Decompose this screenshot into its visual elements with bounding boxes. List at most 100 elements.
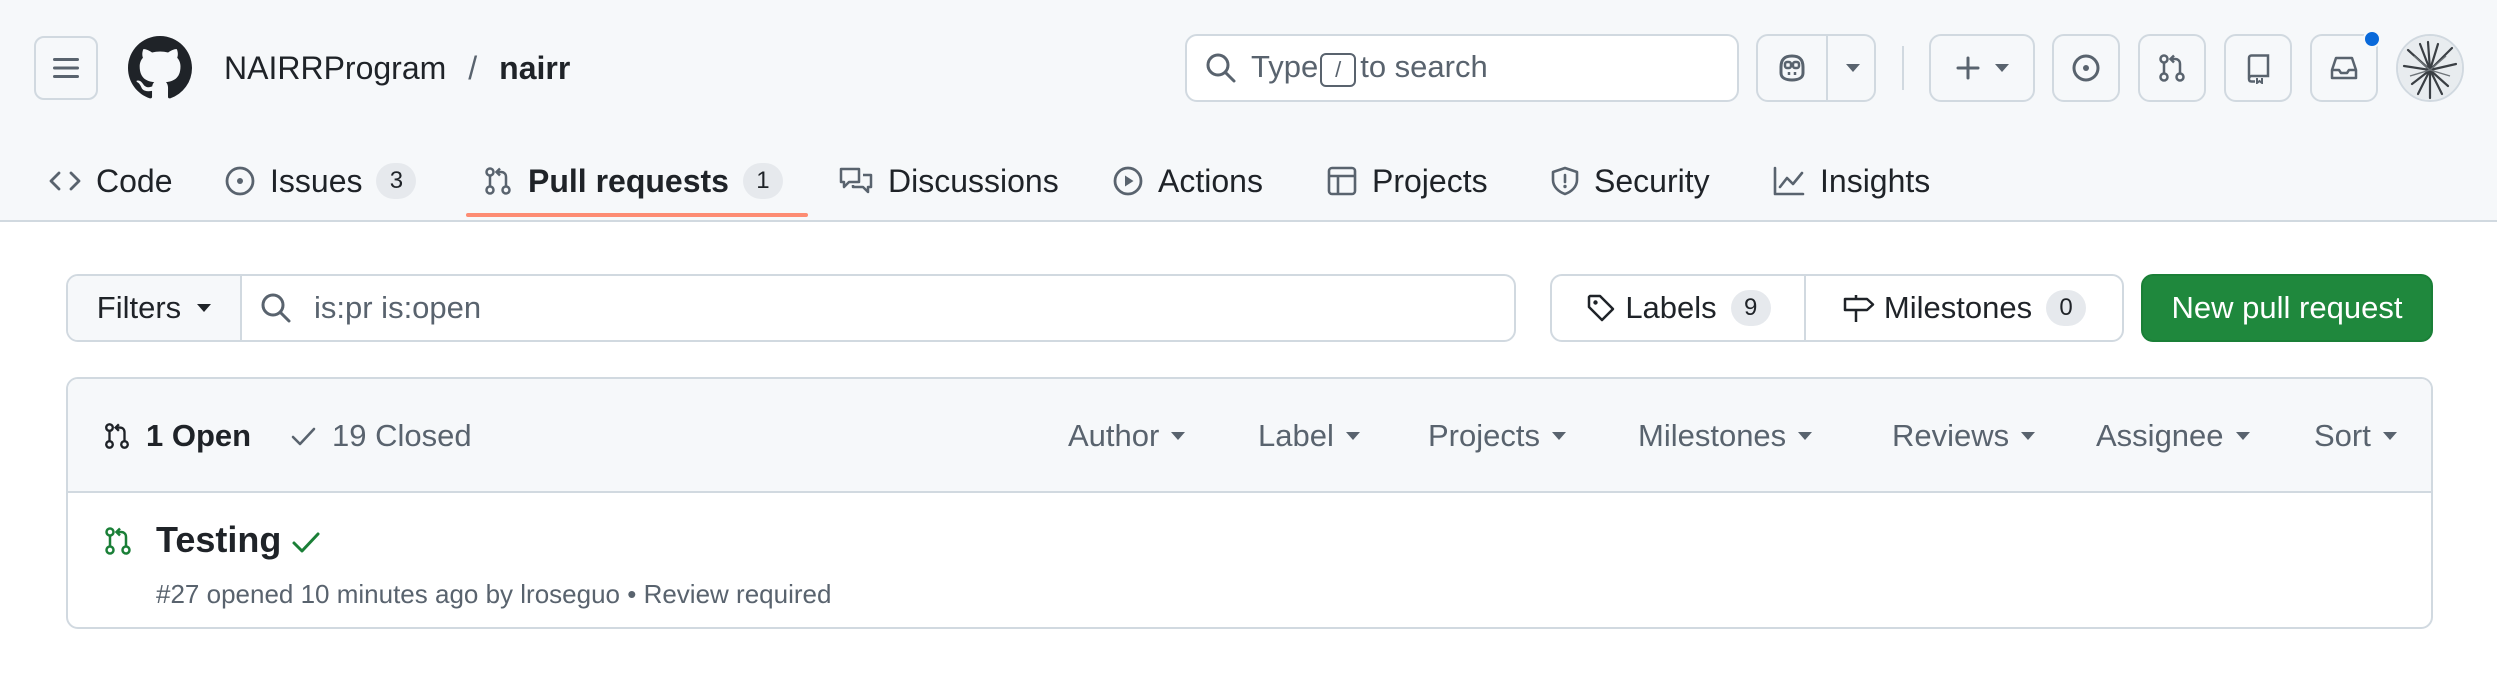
- search-icon: [261, 293, 291, 323]
- pr-meta: #27 opened 10 minutes ago by lroseguo • …: [156, 579, 832, 609]
- labels-label: Labels: [1625, 290, 1717, 325]
- chevron-down-icon: [2382, 432, 2397, 440]
- tab-actions[interactable]: Actions: [1112, 140, 1263, 222]
- filter-label: Author: [1068, 418, 1160, 453]
- pull-request-list: 1 Open 19 Closed Author Label Projects M…: [66, 377, 2433, 629]
- repo-link[interactable]: nairr: [499, 48, 570, 88]
- projects-filter-dropdown[interactable]: Projects: [1428, 379, 1566, 493]
- milestone-icon: [1843, 295, 1875, 322]
- hamburger-icon: [53, 58, 79, 78]
- new-pull-request-button[interactable]: New pull request: [2141, 274, 2433, 342]
- check-passed-icon[interactable]: [290, 527, 322, 557]
- issues-count-badge: 3: [376, 163, 417, 199]
- labels-count-badge: 9: [1730, 290, 1771, 326]
- filters-dropdown-button[interactable]: Filters: [68, 276, 242, 340]
- tab-label: Issues: [270, 162, 363, 199]
- repo-nav: Code Issues 3 Pull requests 1 Discussion…: [0, 140, 2497, 222]
- reviews-filter-dropdown[interactable]: Reviews: [1892, 379, 2036, 493]
- app-header: NAIRRProgram / nairr Type / to search Co…: [0, 0, 2497, 222]
- open-filter-link[interactable]: 1 Open: [102, 379, 251, 493]
- search-shortcut-key: /: [1320, 53, 1357, 87]
- comment-discussion-icon: [839, 167, 873, 194]
- git-pull-request-icon: [485, 167, 511, 195]
- chevron-down-icon: [2235, 432, 2250, 440]
- author-filter-dropdown[interactable]: Author: [1068, 379, 1186, 493]
- filter-label: Projects: [1428, 418, 1540, 453]
- tab-label: Pull requests: [528, 162, 729, 199]
- git-pull-request-icon: [2159, 54, 2185, 82]
- menu-button[interactable]: [34, 36, 98, 100]
- milestones-filter-dropdown[interactable]: Milestones: [1638, 379, 1813, 493]
- breadcrumb: NAIRRProgram / nairr: [224, 48, 570, 88]
- owner-link[interactable]: NAIRRProgram: [224, 48, 446, 88]
- sort-dropdown[interactable]: Sort: [2314, 379, 2397, 493]
- filter-label: Label: [1258, 418, 1334, 453]
- user-avatar[interactable]: [2396, 34, 2464, 102]
- tab-code[interactable]: Code: [48, 140, 173, 222]
- chevron-down-icon: [1345, 432, 1360, 440]
- filter-label: Sort: [2314, 418, 2371, 453]
- copilot-button[interactable]: [1758, 36, 1828, 100]
- avatar-image: [2398, 36, 2462, 100]
- play-icon: [1113, 166, 1143, 196]
- graph-icon: [1773, 166, 1805, 196]
- labels-milestones-group: Labels 9 Milestones 0: [1550, 274, 2124, 342]
- filter-search-group: Filters is:pr is:open: [66, 274, 1516, 342]
- milestones-count-badge: 0: [2046, 290, 2087, 326]
- tab-discussions[interactable]: Discussions: [838, 140, 1059, 222]
- pr-search-input[interactable]: is:pr is:open: [242, 276, 1514, 340]
- issues-button[interactable]: [2052, 34, 2120, 102]
- list-item: Testing #27 opened 10 minutes ago by lro…: [68, 493, 2431, 627]
- tab-insights[interactable]: Insights: [1772, 140, 1930, 222]
- tag-icon: [1588, 294, 1615, 322]
- tab-pull-requests[interactable]: Pull requests 1: [482, 140, 783, 222]
- git-pull-request-icon: [105, 423, 129, 449]
- filter-label: Milestones: [1638, 418, 1787, 453]
- open-count-label: 1 Open: [146, 418, 252, 453]
- header-divider: [1902, 46, 1904, 90]
- shield-icon: [1551, 166, 1579, 196]
- copilot-icon: [1779, 54, 1805, 82]
- chevron-down-icon: [1846, 64, 1860, 72]
- copilot-button-group: [1756, 34, 1876, 102]
- filters-label: Filters: [96, 290, 182, 325]
- create-new-button[interactable]: [1929, 34, 2035, 102]
- list-header: 1 Open 19 Closed Author Label Projects M…: [68, 379, 2431, 493]
- tab-label: Code: [96, 162, 173, 199]
- labels-button[interactable]: Labels 9: [1552, 276, 1806, 340]
- closed-filter-link[interactable]: 19 Closed: [288, 379, 472, 493]
- table-icon: [1327, 166, 1357, 196]
- closed-count-label: 19 Closed: [332, 418, 472, 453]
- pull-requests-count-badge: 1: [742, 163, 783, 199]
- chevron-down-icon: [2021, 432, 2036, 440]
- inbox-icon: [2330, 56, 2358, 80]
- copilot-menu-button[interactable]: [1828, 36, 1874, 100]
- search-icon: [1206, 53, 1236, 83]
- tab-issues[interactable]: Issues 3: [224, 140, 417, 222]
- global-search-input[interactable]: Type / to search: [1185, 34, 1739, 102]
- repositories-button[interactable]: [2224, 34, 2292, 102]
- filter-label: Reviews: [1892, 418, 2010, 453]
- issue-opened-icon: [2072, 54, 2100, 82]
- repo-icon: [2247, 54, 2270, 84]
- pr-title-link[interactable]: Testing: [156, 519, 281, 561]
- plus-icon: [1956, 56, 1980, 80]
- assignee-filter-dropdown[interactable]: Assignee: [2096, 379, 2250, 493]
- git-pull-request-open-icon: [105, 527, 131, 555]
- check-icon: [291, 427, 316, 446]
- chevron-down-icon: [1551, 432, 1566, 440]
- label-filter-dropdown[interactable]: Label: [1258, 379, 1360, 493]
- tab-projects[interactable]: Projects: [1326, 140, 1488, 222]
- pull-requests-button[interactable]: [2138, 34, 2206, 102]
- chevron-down-icon: [1171, 432, 1186, 440]
- milestones-button[interactable]: Milestones 0: [1806, 276, 2122, 340]
- notification-indicator: [2363, 30, 2381, 48]
- selected-tab-underline: [466, 213, 808, 217]
- tab-security[interactable]: Security: [1550, 140, 1710, 222]
- tab-label: Discussions: [888, 162, 1059, 199]
- code-icon: [49, 171, 81, 191]
- tab-label: Actions: [1158, 162, 1263, 199]
- github-logo-icon[interactable]: [128, 36, 192, 100]
- chevron-down-icon: [197, 304, 212, 312]
- search-prefix: Type: [1251, 49, 1319, 84]
